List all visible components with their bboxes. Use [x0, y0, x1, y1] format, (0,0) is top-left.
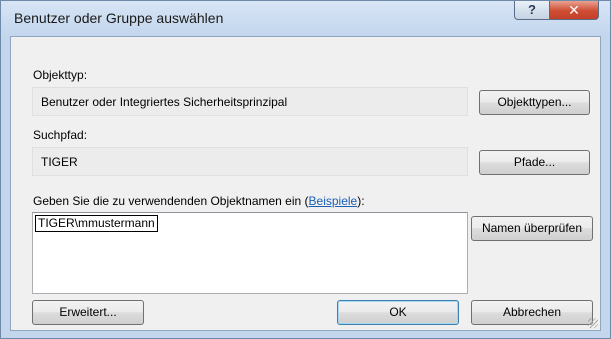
- object-types-button[interactable]: Objekttypen...: [479, 90, 590, 115]
- help-icon: ?: [528, 2, 536, 17]
- dialog-body: Objekttyp: Benutzer oder Integriertes Si…: [10, 36, 601, 331]
- object-names-value: TIGER\mmustermann: [35, 215, 158, 232]
- check-names-button[interactable]: Namen überprüfen: [471, 216, 593, 241]
- close-button[interactable]: ✕: [549, 1, 599, 20]
- examples-link[interactable]: Beispiele: [309, 194, 358, 208]
- search-path-value: TIGER: [41, 155, 78, 169]
- object-type-value: Benutzer oder Integriertes Sicherheitspr…: [41, 95, 288, 109]
- object-type-label: Objekttyp:: [33, 68, 88, 82]
- paths-button[interactable]: Pfade...: [479, 150, 590, 175]
- help-button[interactable]: ?: [514, 1, 550, 20]
- resize-grip-icon[interactable]: [588, 318, 598, 328]
- object-names-prompt: Geben Sie die zu verwendenden Objektname…: [33, 194, 365, 208]
- search-path-label: Suchpfad:: [33, 128, 88, 142]
- dialog-title: Benutzer oder Gruppe auswählen: [14, 10, 224, 26]
- search-path-field: TIGER: [32, 147, 468, 176]
- object-names-prompt-suffix: ):: [357, 194, 365, 208]
- cancel-button[interactable]: Abbrechen: [471, 300, 593, 325]
- select-user-dialog: Benutzer oder Gruppe auswählen ? ✕ Objek…: [0, 0, 611, 339]
- close-icon: ✕: [568, 2, 580, 18]
- object-type-field: Benutzer oder Integriertes Sicherheitspr…: [32, 87, 468, 116]
- ok-button[interactable]: OK: [337, 300, 459, 325]
- object-names-prompt-text: Geben Sie die zu verwendenden Objektname…: [33, 194, 309, 208]
- advanced-button[interactable]: Erweitert...: [32, 300, 144, 325]
- title-bar[interactable]: Benutzer oder Gruppe auswählen ? ✕: [1, 1, 610, 36]
- object-names-input[interactable]: TIGER\mmustermann: [32, 212, 468, 294]
